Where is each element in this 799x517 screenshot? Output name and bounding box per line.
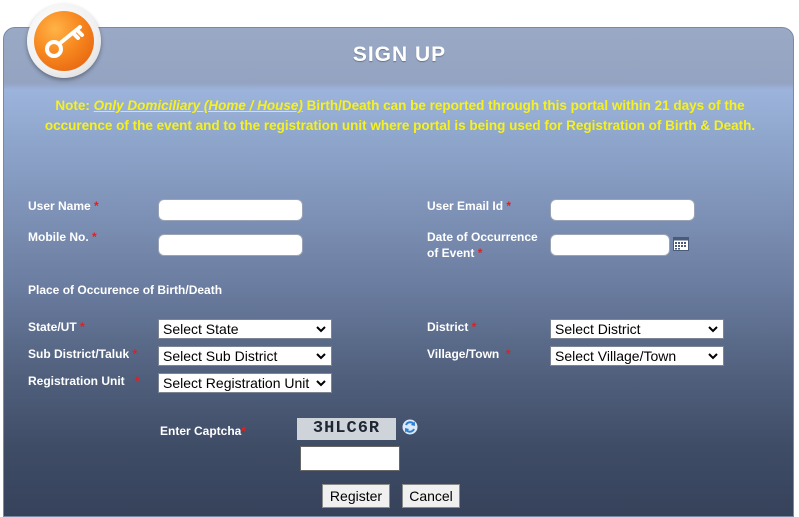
regunit-select[interactable]: Select Registration Unit xyxy=(158,373,332,393)
mobile-label: Mobile No. * xyxy=(28,230,97,244)
chevron-down-icon xyxy=(316,326,326,333)
chevron-down-icon xyxy=(316,380,326,387)
date-field[interactable] xyxy=(550,234,670,256)
register-button[interactable]: Register xyxy=(322,484,390,508)
chevron-down-icon xyxy=(316,353,326,360)
user-name-label: User Name * xyxy=(28,199,99,213)
required-mark: * xyxy=(506,199,512,213)
note-prefix: Note: xyxy=(55,98,94,113)
key-icon xyxy=(34,11,94,71)
key-badge xyxy=(27,4,101,78)
district-select[interactable]: Select District xyxy=(550,319,724,339)
required-mark: * xyxy=(471,320,477,334)
page-title: SIGN UP xyxy=(352,43,447,66)
required-mark: * xyxy=(241,424,247,438)
required-mark: * xyxy=(505,347,511,361)
info-note: Note: Only Domiciliary (Home / House) Bi… xyxy=(40,96,760,136)
note-emphasis: Only Domiciliary (Home / House) xyxy=(93,98,303,113)
village-label: Village/Town * xyxy=(427,347,511,361)
required-mark: * xyxy=(80,320,85,334)
subdistrict-label: Sub District/Taluk * xyxy=(28,347,138,361)
user-email-label: User Email Id * xyxy=(427,199,512,213)
village-select[interactable]: Select Village/Town xyxy=(550,346,724,366)
regunit-label: Registration Unit * xyxy=(28,374,140,388)
state-label: State/UT * xyxy=(28,320,85,334)
place-heading: Place of Occurence of Birth/Death xyxy=(28,283,223,297)
required-mark: * xyxy=(134,374,140,388)
mobile-field[interactable] xyxy=(158,234,303,256)
required-mark: * xyxy=(94,199,99,213)
cancel-button[interactable]: Cancel xyxy=(402,484,460,508)
calendar-icon[interactable] xyxy=(673,237,689,251)
captcha-input[interactable] xyxy=(300,446,400,471)
captcha-label: Enter Captcha* xyxy=(160,424,247,438)
required-mark: * xyxy=(92,230,97,244)
refresh-icon[interactable] xyxy=(402,419,418,435)
district-label: District * xyxy=(427,320,477,334)
subdistrict-select[interactable]: Select Sub District xyxy=(158,346,332,366)
state-select[interactable]: Select State xyxy=(158,319,332,339)
required-mark: * xyxy=(477,246,483,260)
required-mark: * xyxy=(132,347,138,361)
date-label: Date of Occurrence of Event * xyxy=(427,230,538,260)
user-email-field[interactable] xyxy=(550,199,695,221)
captcha-image: 3HLC6R xyxy=(297,418,396,440)
user-name-field[interactable] xyxy=(158,199,303,221)
chevron-down-icon xyxy=(708,353,718,360)
chevron-down-icon xyxy=(708,326,718,333)
